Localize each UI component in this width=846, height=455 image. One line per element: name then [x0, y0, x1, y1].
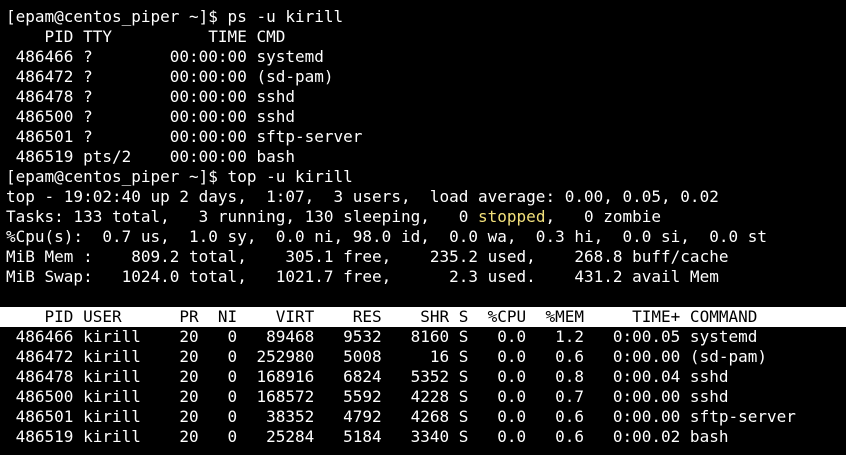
ps-row: 486478 ? 00:00:00 sshd	[6, 87, 295, 106]
process-table-header: PID USER PR NI VIRT RES SHR S %CPU %MEM …	[0, 307, 846, 327]
process-row: 486466 kirill 20 0 89468 9532 8160 S 0.0…	[6, 327, 758, 346]
tasks-prefix: Tasks: 133 total, 3 running, 130 sleepin…	[6, 207, 479, 226]
process-row: 486472 kirill 20 0 252980 5008 16 S 0.0 …	[6, 347, 767, 366]
ps-column-header: PID TTY TIME CMD	[6, 27, 286, 46]
top-summary-uptime: top - 19:02:40 up 2 days, 1:07, 3 users,…	[6, 187, 719, 206]
terminal-line: [epam@centos_piper ~]$ top -u kirill	[6, 167, 353, 186]
process-row: 486519 kirill 20 0 25284 5184 3340 S 0.0…	[6, 427, 729, 446]
terminal-line: [epam@centos_piper ~]$ ps -u kirill	[6, 7, 344, 26]
top-summary-swap: MiB Swap: 1024.0 total, 1021.7 free, 2.3…	[6, 267, 719, 286]
ps-row: 486466 ? 00:00:00 systemd	[6, 47, 324, 66]
top-summary-tasks: Tasks: 133 total, 3 running, 130 sleepin…	[6, 207, 846, 227]
tasks-stopped-label: stopped	[478, 207, 546, 226]
ps-row: 486501 ? 00:00:00 sftp-server	[6, 127, 363, 146]
process-row: 486501 kirill 20 0 38352 4792 4268 S 0.0…	[6, 407, 796, 426]
ps-row: 486500 ? 00:00:00 sshd	[6, 107, 295, 126]
top-summary-mem: MiB Mem : 809.2 total, 305.1 free, 235.2…	[6, 247, 729, 266]
process-row: 486478 kirill 20 0 168916 6824 5352 S 0.…	[6, 367, 729, 386]
ps-row: 486472 ? 00:00:00 (sd-pam)	[6, 67, 334, 86]
ps-row: 486519 pts/2 00:00:00 bash	[6, 147, 295, 166]
terminal-window[interactable]: [epam@centos_piper ~]$ ps -u kirill PID …	[0, 0, 846, 455]
process-row: 486500 kirill 20 0 168572 5592 4228 S 0.…	[6, 387, 729, 406]
top-summary-cpu: %Cpu(s): 0.7 us, 1.0 sy, 0.0 ni, 98.0 id…	[6, 227, 767, 246]
tasks-suffix: , 0 zombie	[545, 207, 662, 226]
